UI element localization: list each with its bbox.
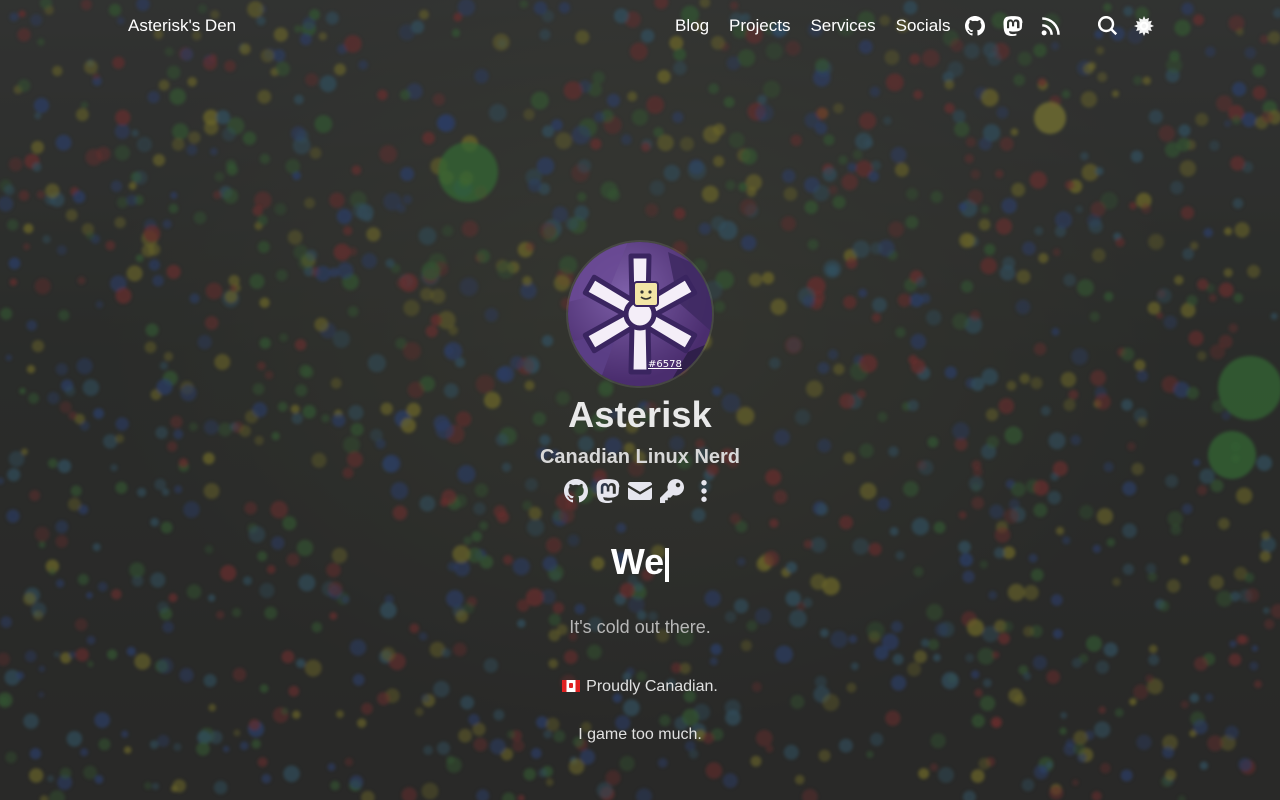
mastodon-icon[interactable] — [596, 479, 620, 504]
github-icon[interactable] — [564, 479, 588, 503]
proudly-canadian-line: Proudly Canadian. — [0, 678, 1280, 696]
proudly-canadian-text: Proudly Canadian. — [586, 678, 718, 695]
theme-toggle-icon[interactable] — [1134, 16, 1154, 36]
rss-icon[interactable] — [1041, 16, 1061, 36]
typing-caret — [665, 548, 670, 582]
profile-subtitle: Canadian Linux Nerd — [539, 446, 741, 468]
gaming-line: I game too much. — [578, 726, 702, 743]
canada-flag-icon — [562, 680, 581, 692]
site-brand-link[interactable]: Asterisk's Den — [128, 16, 236, 36]
typed-text: We — [610, 541, 665, 582]
nav-link-socials[interactable]: Socials — [896, 16, 951, 36]
profile-name: Asterisk — [568, 394, 712, 435]
github-icon[interactable] — [965, 16, 985, 36]
profile-section: #6578 Asterisk Canadian Linux Nerd We It… — [0, 242, 1280, 744]
social-links — [0, 479, 1280, 504]
mastodon-icon[interactable] — [1003, 16, 1023, 37]
more-icon[interactable] — [692, 479, 716, 503]
top-navigation: Asterisk's Den Blog Projects Services So… — [0, 0, 1280, 52]
nav-link-services[interactable]: Services — [810, 16, 875, 36]
key-icon[interactable] — [660, 479, 684, 503]
avatar-tag: #6578 — [648, 359, 682, 370]
nav-menu: Blog Projects Services Socials — [675, 16, 950, 36]
nav-link-blog[interactable]: Blog — [675, 16, 709, 36]
nav-link-projects[interactable]: Projects — [729, 16, 790, 36]
typed-heading: We — [610, 541, 670, 583]
tagline: It's cold out there. — [569, 617, 711, 637]
search-icon[interactable] — [1097, 15, 1118, 36]
email-icon[interactable] — [628, 479, 652, 503]
avatar: #6578 — [568, 242, 712, 386]
